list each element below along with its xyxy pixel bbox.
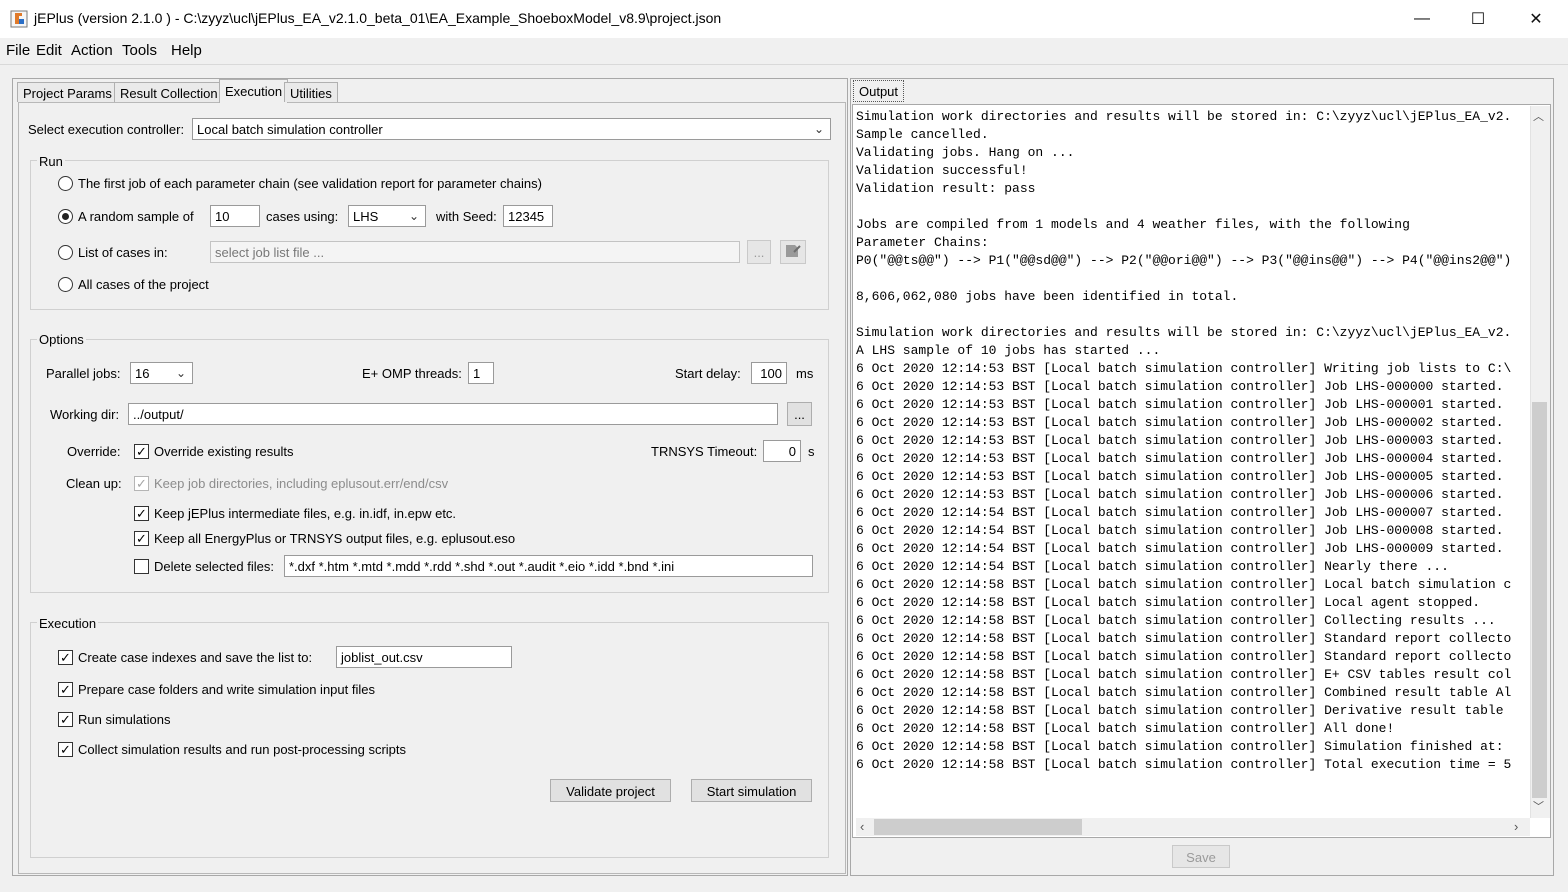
menu-separator [0,64,1568,65]
sampling-method-value: LHS [353,209,379,224]
tab-utilities[interactable]: Utilities [284,82,338,102]
scroll-left-icon[interactable]: ‹ [860,819,864,834]
omp-threads-input[interactable]: 1 [468,362,494,384]
run-simulations-label: Run simulations [78,712,171,727]
joblist-file-input[interactable]: joblist_out.csv [336,646,512,668]
keep-output-checkbox[interactable]: ✓ [134,531,149,546]
omp-threads-label: E+ OMP threads: [362,366,462,381]
run-simulations-checkbox[interactable]: ✓ [58,712,73,727]
tab-project-params[interactable]: Project Params [17,82,118,102]
output-log-text: Simulation work directories and results … [856,109,1512,772]
edit-file-icon [784,245,802,262]
job-list-browse-button[interactable]: ... [747,240,771,264]
parallel-jobs-label: Parallel jobs: [46,366,121,381]
tab-result-collection[interactable]: Result Collection [114,82,224,102]
save-output-button[interactable]: Save [1172,845,1230,868]
collect-results-checkbox[interactable]: ✓ [58,742,73,757]
menu-bar [0,38,1568,64]
close-button[interactable]: ✕ [1508,0,1564,38]
controller-label: Select execution controller: [28,122,185,137]
keep-output-label: Keep all EnergyPlus or TRNSYS output fil… [154,531,516,546]
window-title: jEPlus (version 2.1.0 ) - C:\zyyz\ucl\jE… [34,10,722,26]
prepare-folders-checkbox[interactable]: ✓ [58,682,73,697]
controller-select[interactable]: Local batch simulation controller ⌄ [192,118,831,140]
validate-project-button[interactable]: Validate project [550,779,671,802]
delete-selected-checkbox[interactable] [134,559,149,574]
seed-label: with Seed: [436,209,497,224]
collect-results-label: Collect simulation results and run post-… [78,742,407,757]
trnsys-timeout-unit: s [808,444,815,459]
keep-job-dirs-label: Keep job directories, including eplusout… [154,476,449,491]
run-group-title: Run [37,154,65,169]
menu-tools[interactable]: Tools [122,42,157,59]
controller-value: Local batch simulation controller [197,122,383,137]
chevron-down-icon: ⌄ [408,209,419,223]
random-sample-label: A random sample of [78,209,194,224]
list-of-cases-label: List of cases in: [78,245,168,260]
sampling-method-select[interactable]: LHS ⌄ [348,205,426,227]
cleanup-label: Clean up: [66,476,122,491]
trnsys-timeout-input[interactable]: 0 [763,440,801,462]
options-group-title: Options [37,332,86,347]
working-dir-label: Working dir: [50,407,120,422]
keep-job-dirs-checkbox[interactable]: ✓ [134,476,149,491]
working-dir-input[interactable]: ../output/ [128,403,778,425]
random-sample-radio[interactable] [58,209,73,224]
delete-selected-label: Delete selected files: [154,559,274,574]
chevron-down-icon: ⌄ [175,366,186,380]
app-icon [10,10,28,28]
execution-group-title: Execution [37,616,99,631]
override-checkbox[interactable]: ✓ [134,444,149,459]
keep-intermediate-checkbox[interactable]: ✓ [134,506,149,521]
job-list-file-input[interactable]: select job list file ... [210,241,740,263]
menu-edit[interactable]: Edit [36,42,62,59]
create-indexes-checkbox[interactable]: ✓ [58,650,73,665]
close-icon: ✕ [1529,11,1543,28]
scroll-right-icon[interactable]: › [1514,819,1518,834]
working-dir-browse-button[interactable]: ... [787,402,812,426]
override-text: Override existing results [154,444,294,459]
prepare-folders-label: Prepare case folders and write simulatio… [78,682,375,697]
tab-output[interactable]: Output [853,80,905,102]
chevron-down-icon: ⌄ [813,122,824,136]
menu-file[interactable]: File [6,42,30,59]
maximize-button[interactable]: ☐ [1450,0,1506,38]
start-simulation-button[interactable]: Start simulation [691,779,812,802]
parallel-jobs-value: 16 [135,366,150,381]
menu-action[interactable]: Action [71,42,113,59]
seed-input[interactable]: 12345 [503,205,553,227]
start-delay-label: Start delay: [675,366,741,381]
minimize-icon: — [1414,10,1430,27]
edit-job-list-button[interactable] [780,240,806,264]
start-delay-input[interactable]: 100 [751,362,787,384]
output-log[interactable]: Simulation work directories and results … [856,108,1530,818]
cases-using-label: cases using: [266,209,339,224]
scroll-up-icon[interactable]: ︿ [1533,108,1544,124]
delete-pattern-input[interactable]: *.dxf *.htm *.mtd *.mdd *.rdd *.shd *.ou… [284,555,813,577]
keep-intermediate-label: Keep jEPlus intermediate files, e.g. in.… [154,506,457,521]
start-delay-unit: ms [796,366,814,381]
all-cases-label: All cases of the project [78,277,209,292]
first-job-radio[interactable] [58,176,73,191]
maximize-icon: ☐ [1470,11,1486,28]
all-cases-radio[interactable] [58,277,73,292]
sample-size-input[interactable]: 10 [210,205,260,227]
create-indexes-label: Create case indexes and save the list to… [78,650,313,665]
menu-help[interactable]: Help [171,42,202,59]
minimize-button[interactable]: — [1394,0,1450,38]
parallel-jobs-select[interactable]: 16 ⌄ [130,362,193,384]
override-label: Override: [67,444,121,459]
first-job-label: The first job of each parameter chain (s… [78,176,542,191]
scroll-down-icon[interactable]: ﹀ [1533,798,1544,814]
list-of-cases-radio[interactable] [58,245,73,260]
trnsys-timeout-label: TRNSYS Timeout: [651,444,758,459]
tab-execution[interactable]: Execution [219,79,289,103]
horizontal-scroll-thumb[interactable] [874,819,1082,835]
vertical-scroll-thumb[interactable] [1532,402,1547,798]
